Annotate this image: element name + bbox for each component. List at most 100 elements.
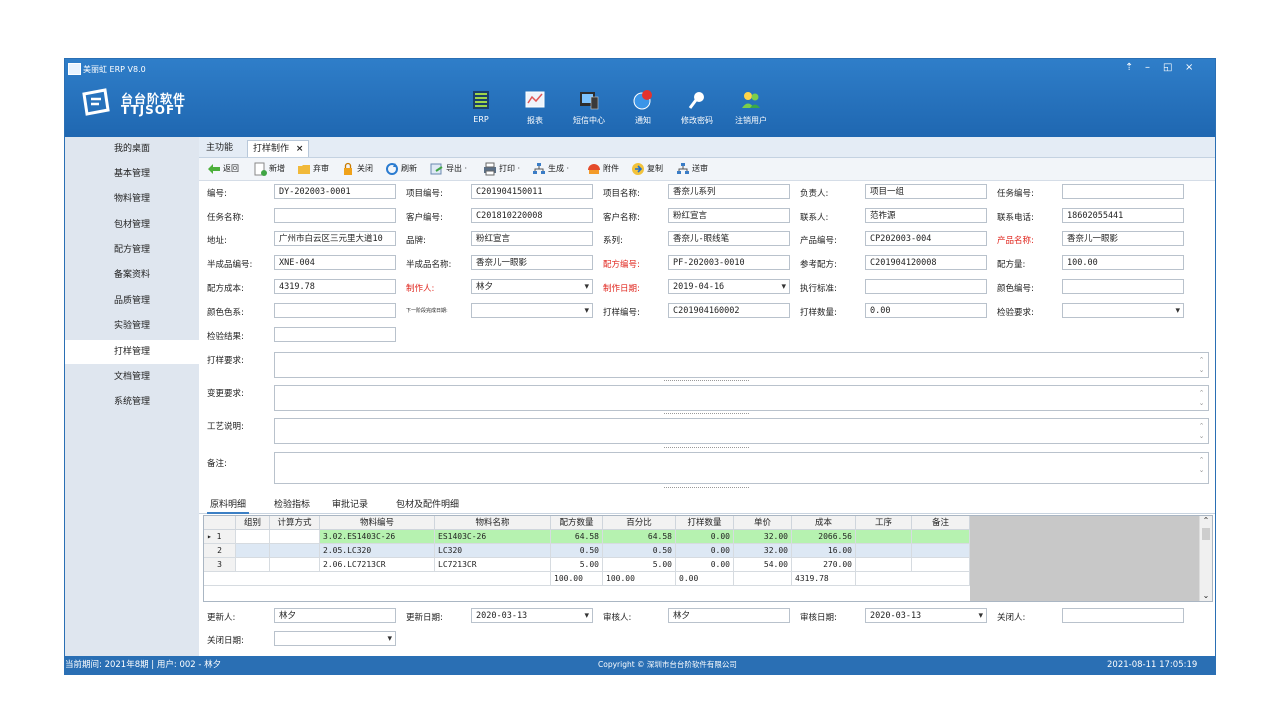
sidebar-item-lab[interactable]: 实验管理 <box>65 314 199 338</box>
cell-code[interactable]: 2.05.LC320 <box>320 544 435 558</box>
formula-qty-field[interactable]: 100.00 <box>1062 255 1184 270</box>
remark-textarea[interactable]: ⌃ ⌄ <box>274 452 1209 484</box>
cell-qty[interactable]: 5.00 <box>551 558 603 572</box>
close-date-picker[interactable] <box>274 631 396 646</box>
toolbar-report-button[interactable]: 报表 <box>515 89 555 131</box>
tab-packaging[interactable]: 包材及配件明细 <box>393 498 462 512</box>
cell-cost[interactable]: 270.00 <box>792 558 856 572</box>
cell-method[interactable] <box>270 544 320 558</box>
sidebar-item-material[interactable]: 物料管理 <box>65 187 199 211</box>
tab-materials[interactable]: 原料明细 <box>207 498 250 514</box>
cell-qty[interactable]: 0.50 <box>551 544 603 558</box>
toolbar-erp-button[interactable]: ERP <box>461 89 501 131</box>
audit-date-picker[interactable]: 2020-03-13 <box>865 608 987 623</box>
sidebar-item-basic[interactable]: 基本管理 <box>65 162 199 186</box>
cell-note[interactable] <box>912 544 970 558</box>
grid-header-pct[interactable]: 百分比 <box>603 516 676 530</box>
cell-process[interactable] <box>856 530 912 544</box>
formula-cost-field[interactable]: 4319.78 <box>274 279 396 294</box>
splitter-handle[interactable] <box>664 447 749 451</box>
grid-header-note[interactable]: 备注 <box>912 516 970 530</box>
cell-pct[interactable]: 5.00 <box>603 558 676 572</box>
sidebar-item-formula[interactable]: 配方管理 <box>65 238 199 262</box>
cell-cost[interactable]: 2066.56 <box>792 530 856 544</box>
color-series-field[interactable] <box>274 303 396 318</box>
close-doc-button[interactable]: 关闭 <box>341 161 373 177</box>
scroll-thumb[interactable] <box>1202 528 1210 540</box>
contact-field[interactable]: 范祚源 <box>865 208 987 223</box>
task-name-field[interactable] <box>274 208 396 223</box>
splitter-handle[interactable] <box>664 413 749 417</box>
toolbar-password-button[interactable]: 修改密码 <box>677 89 717 131</box>
sidebar-item-system[interactable]: 系统管理 <box>65 390 199 414</box>
product-code-field[interactable]: CP202003-004 <box>865 231 987 246</box>
print-button[interactable]: 打印 · <box>483 161 520 177</box>
sample-code-field[interactable]: C201904160002 <box>668 303 790 318</box>
task-code-field[interactable] <box>1062 184 1184 199</box>
code-field[interactable]: DY-202003-0001 <box>274 184 396 199</box>
tab-approvals[interactable]: 审批记录 <box>329 498 371 512</box>
formula-code-field[interactable]: PF-202003-0010 <box>668 255 790 270</box>
cell-sample[interactable]: 0.00 <box>676 530 734 544</box>
change-req-textarea[interactable]: ⌃ ⌄ <box>274 385 1209 411</box>
update-date-picker[interactable]: 2020-03-13 <box>471 608 593 623</box>
tab-home[interactable]: 主功能 <box>201 140 238 156</box>
sidebar-item-desktop[interactable]: 我的桌面 <box>65 137 199 161</box>
tab-close-icon[interactable]: × <box>296 144 304 154</box>
sidebar-item-sampling[interactable]: 打样管理 <box>65 340 199 364</box>
table-row[interactable]: 2 2.05.LC320 LC320 0.50 0.50 0.00 32.00 … <box>204 544 970 558</box>
cell-cost[interactable]: 16.00 <box>792 544 856 558</box>
cell-process[interactable] <box>856 558 912 572</box>
grid-header-name[interactable]: 物料名称 <box>435 516 551 530</box>
cell-group[interactable] <box>236 544 270 558</box>
grid-header-cost[interactable]: 成本 <box>792 516 856 530</box>
sidebar-item-docs[interactable]: 文档管理 <box>65 365 199 389</box>
address-field[interactable]: 广州市白云区三元里大道10 <box>274 231 396 246</box>
splitter-handle[interactable] <box>664 487 749 491</box>
auditor-field[interactable]: 林夕 <box>668 608 790 623</box>
cell-name[interactable]: LC320 <box>435 544 551 558</box>
color-code-field[interactable] <box>1062 279 1184 294</box>
scroll-up-icon[interactable]: ⌃ <box>1200 516 1212 526</box>
cell-method[interactable] <box>270 530 320 544</box>
close-button[interactable]: × <box>1185 62 1193 73</box>
export-button[interactable]: 导出 · <box>430 161 467 177</box>
tab-sampling[interactable]: 打样制作 × <box>247 140 310 157</box>
scroll-down-icon[interactable]: ⌄ <box>1200 591 1212 601</box>
cell-group[interactable] <box>236 558 270 572</box>
grid-header-price[interactable]: 单价 <box>734 516 792 530</box>
owner-field[interactable]: 项目一组 <box>865 184 987 199</box>
inspect-result-field[interactable] <box>274 327 396 342</box>
minimize-button[interactable]: – <box>1145 62 1150 73</box>
inspect-req-select[interactable] <box>1062 303 1184 318</box>
cell-price[interactable]: 32.00 <box>734 530 792 544</box>
project-name-field[interactable]: 香奈儿系列 <box>668 184 790 199</box>
sample-req-textarea[interactable]: ⌃ ⌄ <box>274 352 1209 378</box>
cell-qty[interactable]: 64.58 <box>551 530 603 544</box>
cell-name[interactable]: ES1403C-26 <box>435 530 551 544</box>
skin-icon[interactable]: ⇡ <box>1125 62 1133 73</box>
project-code-field[interactable]: C201904150011 <box>471 184 593 199</box>
grid-header-sample[interactable]: 打样数量 <box>676 516 734 530</box>
toolbar-sms-button[interactable]: 短信中心 <box>569 89 609 131</box>
attachment-button[interactable]: 附件 <box>587 161 619 177</box>
refresh-button[interactable]: 刷新 <box>385 161 417 177</box>
brand-field[interactable]: 粉红宣言 <box>471 231 593 246</box>
semi-code-field[interactable]: XNE-004 <box>274 255 396 270</box>
toolbar-notify-button[interactable]: 通知 <box>623 89 663 131</box>
product-name-field[interactable]: 香奈儿一眼影 <box>1062 231 1184 246</box>
sidebar-item-quality[interactable]: 品质管理 <box>65 289 199 313</box>
unapprove-button[interactable]: 弃审 <box>297 161 329 177</box>
make-date-picker[interactable]: 2019-04-16 <box>668 279 790 294</box>
cell-pct[interactable]: 0.50 <box>603 544 676 558</box>
grid-header-process[interactable]: 工序 <box>856 516 912 530</box>
generate-button[interactable]: 生成 · <box>532 161 569 177</box>
cell-price[interactable]: 54.00 <box>734 558 792 572</box>
maker-select[interactable]: 林夕 <box>471 279 593 294</box>
cell-process[interactable] <box>856 544 912 558</box>
series-field[interactable]: 香奈儿-眼线笔 <box>668 231 790 246</box>
standard-field[interactable] <box>865 279 987 294</box>
closer-field[interactable] <box>1062 608 1184 623</box>
submit-button[interactable]: 送审 <box>676 161 708 177</box>
sample-qty-field[interactable]: 0.00 <box>865 303 987 318</box>
